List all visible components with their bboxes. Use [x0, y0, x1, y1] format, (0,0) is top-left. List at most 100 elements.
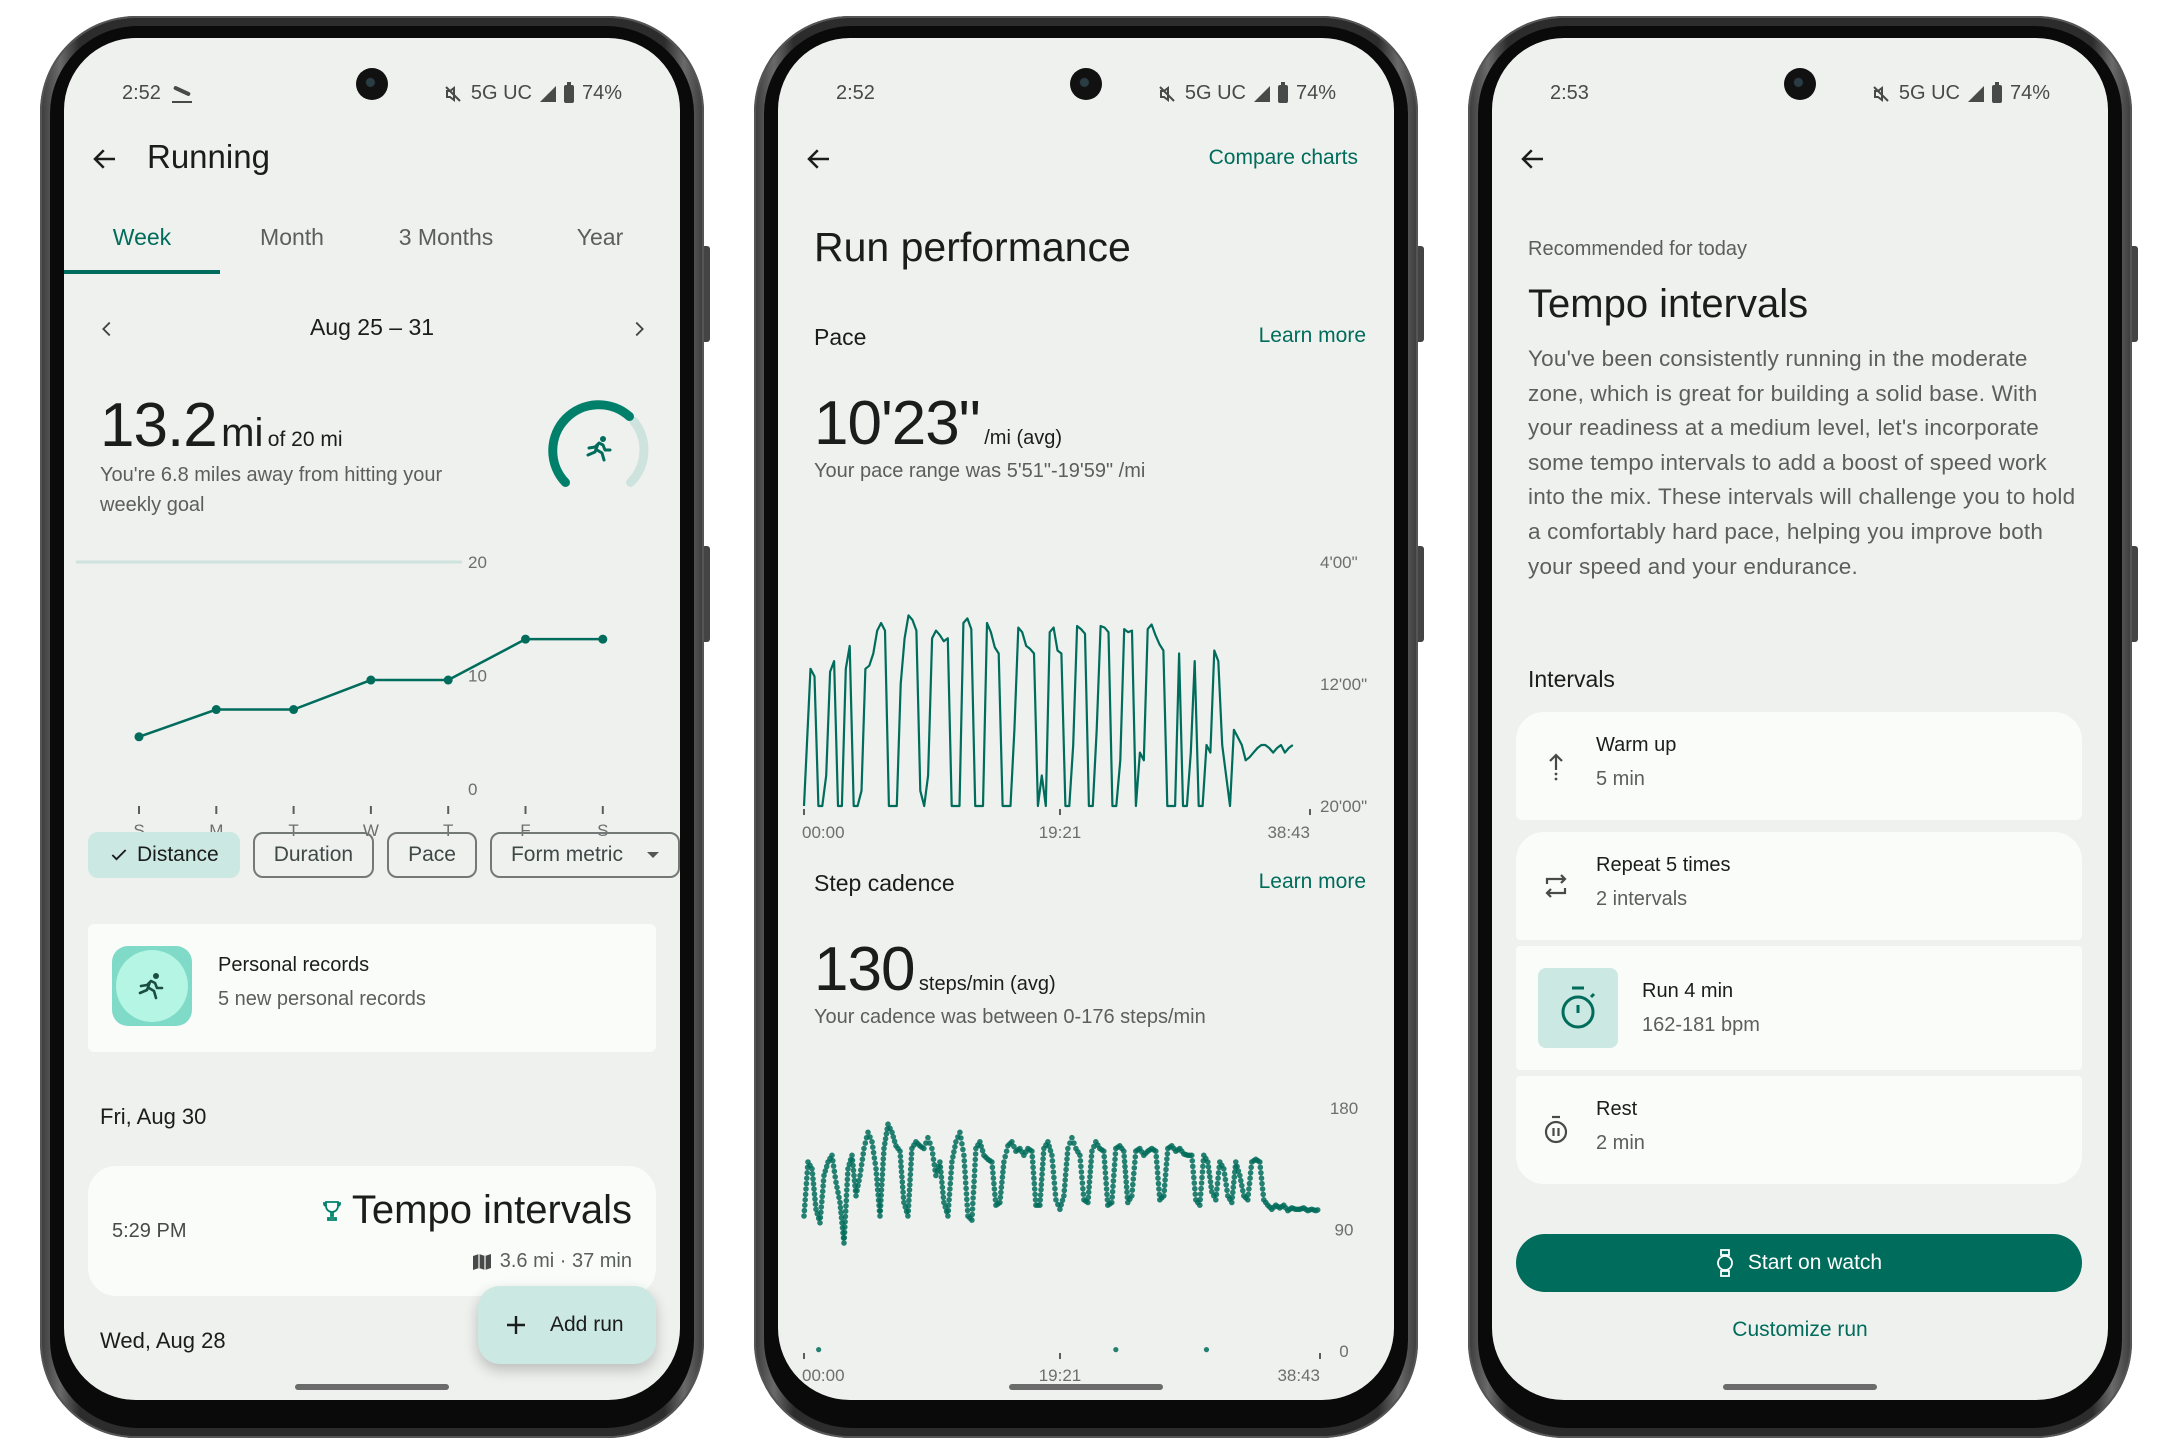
cadence-point	[804, 1170, 810, 1176]
cadence-point	[907, 1171, 914, 1178]
cadence-point	[908, 1161, 914, 1167]
back-button[interactable]	[804, 144, 834, 174]
cadence-point	[1155, 1180, 1162, 1187]
cadence-point	[1190, 1169, 1197, 1175]
personal-record-badge	[112, 946, 192, 1026]
tab-3-months[interactable]: 3 Months	[399, 224, 494, 251]
start-on-watch-button[interactable]: Start on watch	[1516, 1234, 2082, 1292]
airplane-landing-icon	[171, 85, 193, 103]
interval-rest[interactable]: Rest 2 min	[1516, 1076, 2082, 1184]
cadence-point	[963, 1191, 970, 1197]
cadence-point	[1237, 1172, 1243, 1179]
run-card[interactable]: 5:29 PM Tempo intervals 3.6 mi · 37 min	[88, 1166, 656, 1296]
tab-year[interactable]: Year	[577, 224, 623, 251]
cadence-point	[869, 1139, 875, 1145]
chip-duration[interactable]: Duration	[252, 832, 375, 878]
cadence-point	[1103, 1175, 1109, 1181]
cadence-point	[1038, 1186, 1044, 1193]
cadence-point	[1077, 1152, 1083, 1159]
volume-button	[2132, 546, 2138, 642]
interval-warm-up[interactable]: Warm up 5 min	[1516, 712, 2082, 820]
personal-records-card[interactable]: Personal records 5 new personal records	[88, 924, 656, 1052]
cadence-point	[1258, 1170, 1264, 1176]
home-indicator[interactable]	[1723, 1384, 1877, 1390]
cadence-point	[1230, 1184, 1237, 1191]
back-button[interactable]	[1518, 144, 1548, 174]
battery-percent: 74%	[1295, 82, 1336, 104]
cadence-point	[1197, 1202, 1203, 1208]
cadence-point	[1040, 1156, 1046, 1162]
cadence-point	[992, 1191, 998, 1198]
compare-charts-link[interactable]: Compare charts	[1209, 146, 1358, 170]
mute-icon	[1159, 85, 1175, 102]
cadence-point	[906, 1197, 912, 1204]
cadence-point	[843, 1192, 850, 1199]
customize-run-link[interactable]: Customize run	[1492, 1318, 2108, 1342]
recommended-label: Recommended for today	[1528, 238, 1748, 260]
cadence-point	[874, 1176, 880, 1183]
cadence-unit: steps/min (avg)	[918, 973, 1056, 995]
cadence-point	[1087, 1174, 1093, 1180]
cadence-point	[1038, 1176, 1045, 1183]
pace-learn-more-link[interactable]: Learn more	[1259, 324, 1366, 348]
chip-distance[interactable]: Distance	[88, 832, 240, 878]
back-button[interactable]	[90, 144, 120, 174]
chip-form-metric[interactable]: Form metric	[489, 832, 680, 878]
period-tabs: Week Month 3 Months Year	[64, 224, 680, 274]
home-indicator[interactable]	[1009, 1384, 1163, 1390]
cadence-point	[1051, 1180, 1058, 1186]
cadence-point	[1214, 1186, 1220, 1192]
cadence-point	[1259, 1186, 1266, 1192]
cadence-point	[1229, 1199, 1235, 1206]
cadence-point	[879, 1171, 886, 1178]
running-icon	[586, 436, 612, 462]
cadence-point	[969, 1211, 975, 1218]
battery-percent: 74%	[581, 82, 622, 104]
cadence-point	[929, 1151, 936, 1157]
battery-icon	[563, 81, 574, 103]
cadence-point	[1086, 1179, 1093, 1185]
battery-percent: 74%	[2009, 82, 2050, 104]
cadence-point	[1129, 1187, 1136, 1193]
cadence-point	[1257, 1164, 1264, 1171]
cadence-point	[1050, 1163, 1056, 1170]
trophy-icon	[322, 1200, 341, 1221]
cadence-point	[1069, 1134, 1075, 1141]
cadence-point	[1192, 1191, 1199, 1197]
phone-workout-recommendation: 2:53 5G UC 74% Recommended for today Tem…	[1468, 16, 2138, 1438]
metric-chips: Distance Duration Pace Form metric	[88, 832, 680, 880]
chip-pace[interactable]: Pace	[387, 832, 477, 878]
cadence-point	[835, 1189, 841, 1196]
cadence-point	[1129, 1193, 1135, 1199]
cadence-point	[1062, 1182, 1068, 1189]
cadence-point	[883, 1131, 890, 1137]
power-button	[2132, 246, 2138, 342]
cadence-point	[1029, 1159, 1036, 1165]
cadence-point	[844, 1171, 851, 1177]
cadence-point	[1198, 1185, 1204, 1192]
cadence-point	[1239, 1182, 1245, 1189]
tab-week[interactable]: Week	[113, 224, 171, 251]
cadence-point	[1030, 1164, 1036, 1171]
arrow-back-icon	[93, 149, 115, 169]
cadence-learn-more-link[interactable]: Learn more	[1259, 870, 1366, 894]
interval-run[interactable]: Run 4 min 162-181 bpm	[1516, 946, 2082, 1070]
y-tick-label: 180	[1330, 1099, 1358, 1118]
cadence-point	[970, 1200, 976, 1207]
add-run-button[interactable]: Add run	[478, 1286, 656, 1364]
chevron-right-icon[interactable]	[628, 318, 650, 340]
cadence-point	[1163, 1166, 1169, 1173]
cadence-point	[1221, 1171, 1228, 1177]
cadence-point	[1063, 1166, 1069, 1173]
cadence-point	[1258, 1175, 1265, 1181]
cadence-point	[1031, 1180, 1038, 1187]
home-indicator[interactable]	[295, 1384, 449, 1390]
tab-month[interactable]: Month	[260, 224, 324, 251]
cadence-point	[947, 1175, 954, 1181]
cadence-point	[803, 1186, 809, 1192]
cadence-point	[960, 1146, 966, 1153]
interval-repeat[interactable]: Repeat 5 times 2 intervals	[1516, 832, 2082, 940]
cadence-point	[971, 1178, 977, 1185]
cadence-point	[971, 1167, 978, 1174]
cadence-point	[908, 1150, 915, 1157]
